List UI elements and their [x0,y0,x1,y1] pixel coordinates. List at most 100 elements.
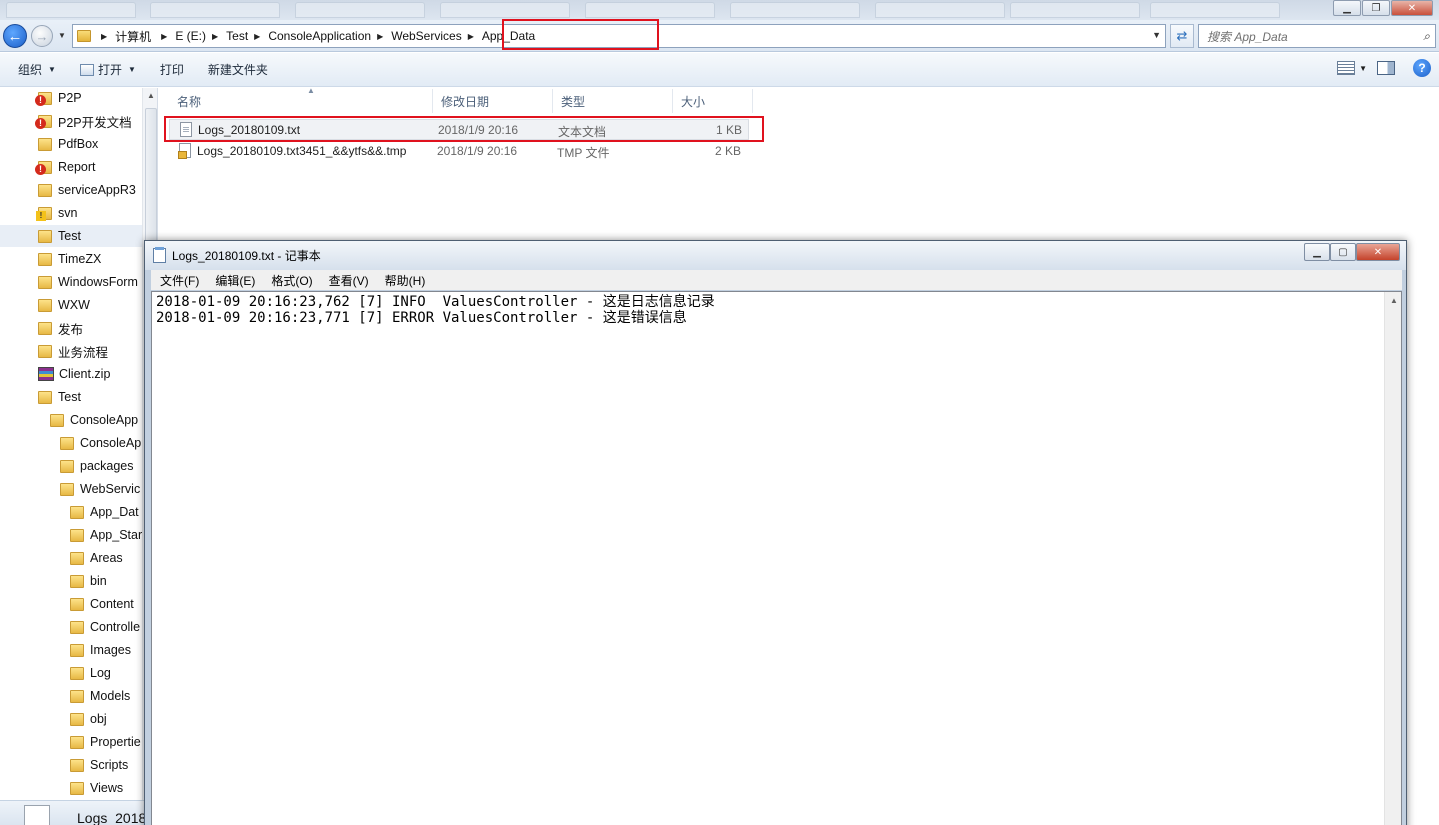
notepad-text-area[interactable]: 2018-01-09 20:16:23,762 [7] INFO ValuesC… [151,291,1402,825]
scroll-up-icon[interactable]: ▲ [147,91,155,100]
browser-tab[interactable] [1150,2,1280,18]
nav-item[interactable]: Images [0,639,142,661]
menu-help[interactable]: 帮助(H) [385,272,426,289]
nav-item[interactable]: Scripts [0,754,142,776]
browser-tab[interactable] [440,2,570,18]
notepad-close-button[interactable]: ✕ [1356,243,1400,261]
nav-item[interactable]: P2P [0,88,142,109]
scroll-up-icon[interactable]: ▲ [1390,296,1398,305]
nav-item[interactable]: Report [0,156,142,178]
nav-item-label: Views [90,781,124,795]
nav-item[interactable]: WebServic [0,478,142,500]
nav-item[interactable]: P2P开发文档 [0,110,142,132]
breadcrumb-computer[interactable]: 计算机 [115,28,151,45]
file-row[interactable]: Logs_20180109.txt 2018/1/9 20:16 文本文档 1 … [169,119,749,140]
back-button[interactable]: ← [3,24,27,48]
nav-item[interactable]: Propertie [0,731,142,753]
address-bar[interactable]: ▶ 计算机 ▶ E (E:) ▶ Test ▶ ConsoleApplicati… [72,24,1166,48]
recent-pages-dropdown[interactable]: ▼ [58,31,66,40]
organize-button[interactable]: 组织 ▼ [10,59,64,81]
nav-item[interactable]: packages [0,455,142,477]
chevron-right-icon[interactable]: ▶ [377,32,383,41]
nav-item[interactable]: 业务流程 [0,340,142,362]
breadcrumb-consoleapplication[interactable]: ConsoleApplication [268,29,371,43]
chevron-right-icon[interactable]: ▶ [101,32,107,41]
nav-item[interactable]: Log [0,662,142,684]
file-row[interactable]: Logs_20180109.txt3451_&&ytfs&&.tmp 2018/… [169,141,749,162]
nav-item[interactable]: Test [0,225,142,247]
notepad-title-bar[interactable]: Logs_20180109.txt - 记事本 ▁ ▢ ✕ [145,241,1406,270]
notepad-minimize-button[interactable]: ▁ [1304,243,1330,261]
nav-item[interactable]: App_Dat [0,501,142,523]
folder-alert-icon [35,114,52,129]
menu-view[interactable]: 查看(V) [329,272,369,289]
column-header-modified[interactable]: 修改日期 [433,89,553,113]
view-options-icon[interactable] [1337,61,1356,75]
preview-pane-icon[interactable] [1377,61,1395,75]
folder-icon [70,712,84,726]
breadcrumb-webservices[interactable]: WebServices [391,29,461,43]
search-input[interactable]: 搜索 App_Data ⌕ [1198,24,1436,48]
maximize-button[interactable]: ❐ [1362,0,1390,16]
new-folder-button[interactable]: 新建文件夹 [200,59,276,81]
nav-item[interactable]: Models [0,685,142,707]
minimize-button[interactable]: ▁ [1333,0,1361,16]
help-icon[interactable]: ? [1413,59,1431,77]
nav-item[interactable]: TimeZX [0,248,142,270]
nav-item-label: packages [80,459,134,473]
browser-tab[interactable] [585,2,715,18]
nav-item[interactable]: Test [0,386,142,408]
chevron-right-icon[interactable]: ▶ [468,32,474,41]
nav-item[interactable]: Areas [0,547,142,569]
nav-item[interactable]: bin [0,570,142,592]
folder-icon [77,30,91,42]
chevron-right-icon[interactable]: ▶ [254,32,260,41]
breadcrumb-app-data[interactable]: App_Data [482,29,535,43]
open-button[interactable]: 打开 ▼ [72,59,144,81]
chevron-right-icon[interactable]: ▶ [161,32,167,41]
column-header-type[interactable]: 类型 [553,89,673,113]
menu-edit[interactable]: 编辑(E) [215,272,255,289]
chevron-down-icon: ▼ [127,65,136,74]
nav-item[interactable]: PdfBox [0,133,142,155]
log-line: 2018-01-09 20:16:23,771 [7] ERROR Values… [156,310,687,326]
browser-tab[interactable] [295,2,425,18]
file-size: 2 KB [715,144,742,158]
chevron-down-icon[interactable]: ▼ [1359,64,1367,73]
notepad-scrollbar[interactable]: ▲ [1384,292,1401,825]
search-icon[interactable]: ⌕ [1423,29,1430,44]
browser-tab[interactable] [1010,2,1140,18]
nav-item[interactable]: Views [0,777,142,799]
menu-format[interactable]: 格式(O) [271,272,312,289]
close-button[interactable]: ✕ [1391,0,1433,16]
refresh-button[interactable]: ⇄ [1170,24,1194,48]
nav-item[interactable]: ConsoleApp [0,409,142,431]
nav-item-label: Log [90,666,111,680]
nav-item[interactable]: serviceAppR3 [0,179,142,201]
breadcrumb-drive-e[interactable]: E (E:) [175,29,206,43]
notepad-maximize-button[interactable]: ▢ [1330,243,1356,261]
nav-item[interactable]: 发布 [0,317,142,339]
nav-item[interactable]: svn [0,202,142,224]
nav-item[interactable]: ConsoleAp [0,432,142,454]
nav-item[interactable]: Content [0,593,142,615]
column-header-size[interactable]: 大小 [673,89,753,113]
chevron-right-icon[interactable]: ▶ [212,32,218,41]
nav-item[interactable]: obj [0,708,142,730]
nav-item[interactable]: WXW [0,294,142,316]
nav-item[interactable]: App_Star [0,524,142,546]
forward-button[interactable]: → [31,25,53,47]
nav-item[interactable]: WindowsForm [0,271,142,293]
address-history-dropdown[interactable]: ▼ [1152,30,1161,40]
nav-item[interactable]: Controlle [0,616,142,638]
menu-file[interactable]: 文件(F) [160,272,199,289]
browser-tab[interactable] [730,2,860,18]
column-header-name[interactable]: 名称 ▲ [169,86,433,113]
browser-tab[interactable] [150,2,280,18]
nav-item[interactable]: Client.zip [0,363,142,385]
breadcrumb-test[interactable]: Test [226,29,248,43]
browser-tab[interactable] [6,2,136,18]
background-browser-tabs: ▁ ❐ ✕ [0,0,1439,20]
browser-tab[interactable] [875,2,1005,18]
print-button[interactable]: 打印 [152,59,192,81]
